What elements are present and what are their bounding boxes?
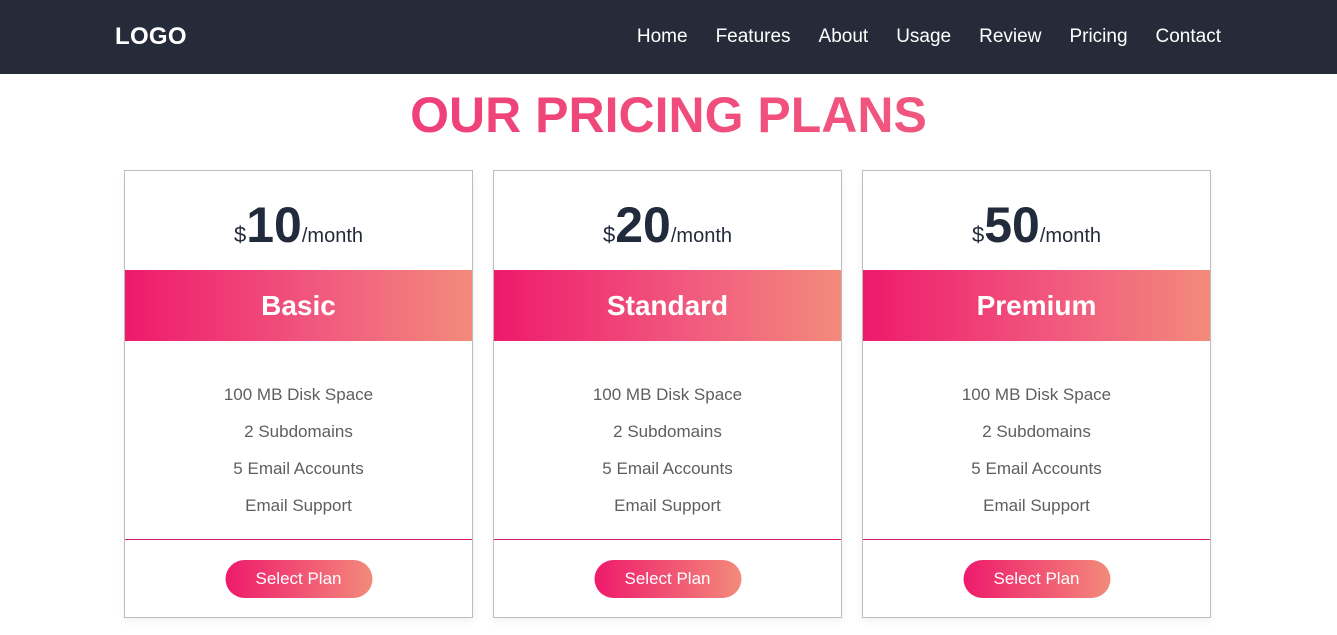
- plan-price: $50/month: [863, 197, 1210, 253]
- select-plan-button-standard[interactable]: Select Plan: [594, 560, 741, 598]
- price-period: /month: [1039, 225, 1102, 247]
- card-divider: [125, 539, 472, 540]
- price-amount: 50: [984, 197, 1040, 253]
- price-period: /month: [301, 225, 364, 247]
- feature-item: Email Support: [983, 496, 1090, 515]
- select-plan-button-basic[interactable]: Select Plan: [225, 560, 372, 598]
- feature-item: Email Support: [614, 496, 721, 515]
- plan-name: Basic: [261, 289, 336, 321]
- price-currency: $: [602, 222, 616, 247]
- nav-link-about[interactable]: About: [819, 24, 869, 50]
- feature-item: 2 Subdomains: [244, 422, 353, 441]
- price-amount: 20: [615, 197, 671, 253]
- page-title: OUR PRICING PLANS: [0, 84, 1337, 146]
- price-amount: 10: [246, 197, 302, 253]
- feature-list: 100 MB Disk Space 2 Subdomains 5 Email A…: [125, 376, 472, 524]
- feature-list: 100 MB Disk Space 2 Subdomains 5 Email A…: [494, 376, 841, 524]
- card-divider: [494, 539, 841, 540]
- pricing-card-standard: $20/month Standard 100 MB Disk Space 2 S…: [493, 170, 842, 618]
- nav-link-review[interactable]: Review: [979, 24, 1041, 50]
- price-currency: $: [233, 222, 247, 247]
- plan-name: Standard: [606, 289, 729, 321]
- plan-name: Premium: [976, 289, 1097, 321]
- feature-item: 5 Email Accounts: [971, 459, 1102, 478]
- price-period: /month: [670, 225, 733, 247]
- pricing-card-basic: $10/month Basic 100 MB Disk Space 2 Subd…: [124, 170, 473, 618]
- feature-item: 2 Subdomains: [613, 422, 722, 441]
- nav-link-pricing[interactable]: Pricing: [1069, 24, 1127, 50]
- plan-price: $20/month: [494, 197, 841, 253]
- feature-list: 100 MB Disk Space 2 Subdomains 5 Email A…: [863, 376, 1210, 524]
- nav-links: Home Features About Usage Review Pricing…: [637, 24, 1221, 50]
- nav-link-contact[interactable]: Contact: [1156, 24, 1221, 50]
- feature-item: 2 Subdomains: [982, 422, 1091, 441]
- logo[interactable]: LOGO: [115, 22, 187, 52]
- plan-name-band: Basic: [125, 270, 472, 341]
- plan-name-band: Premium: [863, 270, 1210, 341]
- nav-link-usage[interactable]: Usage: [896, 24, 951, 50]
- feature-item: 5 Email Accounts: [602, 459, 733, 478]
- plan-name-band: Standard: [494, 270, 841, 341]
- price-currency: $: [971, 222, 985, 247]
- pricing-card-premium: $50/month Premium 100 MB Disk Space 2 Su…: [862, 170, 1211, 618]
- feature-item: Email Support: [245, 496, 352, 515]
- feature-item: 100 MB Disk Space: [592, 385, 743, 404]
- plan-price: $10/month: [125, 197, 472, 253]
- feature-item: 5 Email Accounts: [233, 459, 364, 478]
- feature-item: 100 MB Disk Space: [223, 385, 374, 404]
- pricing-cards: $10/month Basic 100 MB Disk Space 2 Subd…: [124, 170, 1211, 618]
- card-divider: [863, 539, 1210, 540]
- navbar: LOGO Home Features About Usage Review Pr…: [0, 0, 1337, 74]
- nav-link-home[interactable]: Home: [637, 24, 688, 50]
- select-plan-button-premium[interactable]: Select Plan: [963, 560, 1110, 598]
- nav-link-features[interactable]: Features: [716, 24, 791, 50]
- feature-item: 100 MB Disk Space: [961, 385, 1112, 404]
